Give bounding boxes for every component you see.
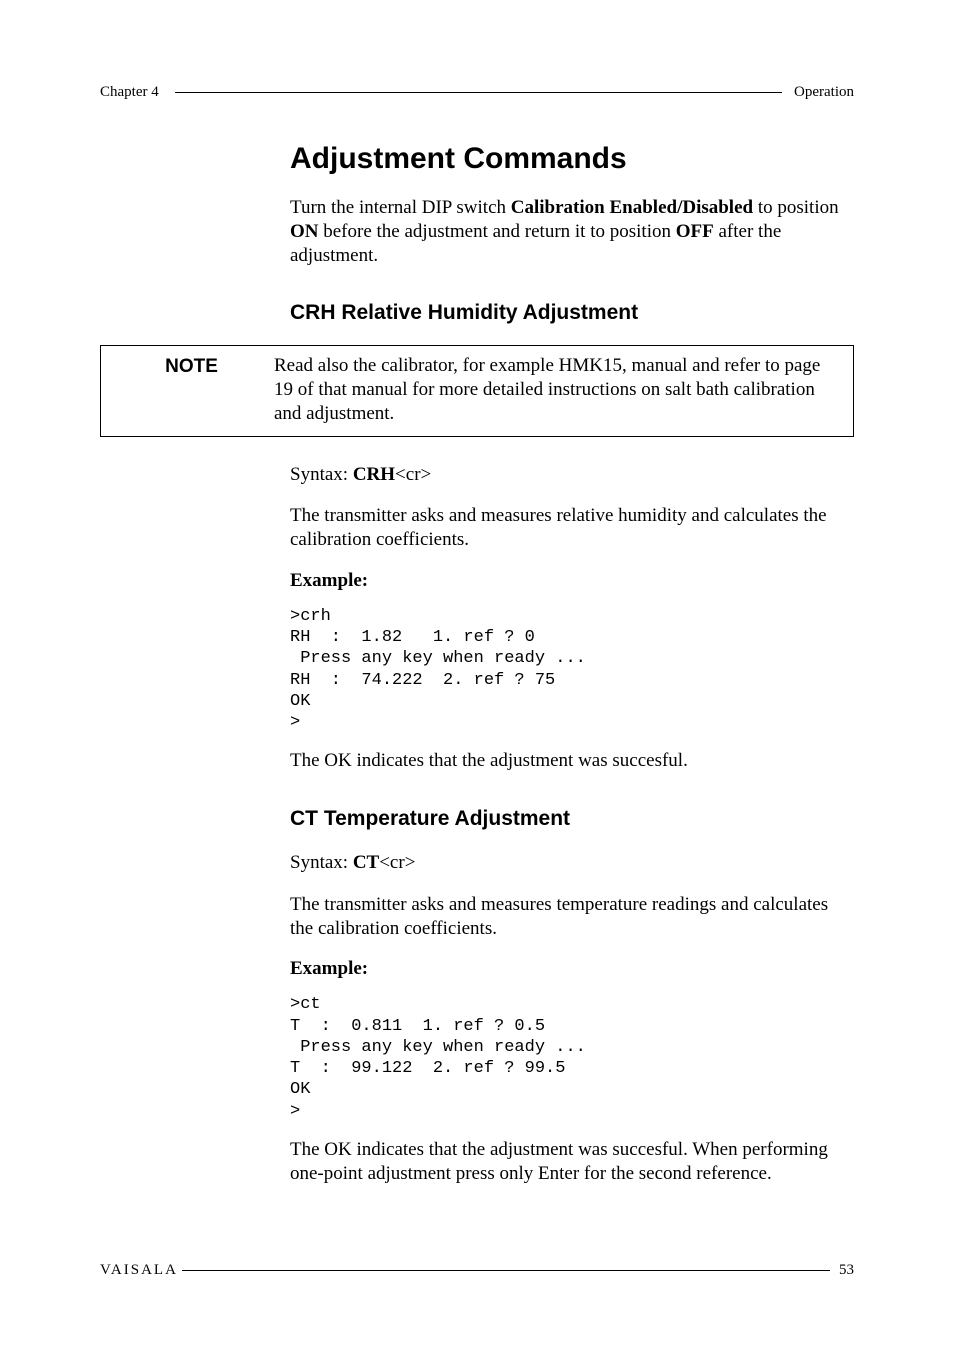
footer-page-number: 53 bbox=[839, 1262, 854, 1279]
content-column: Adjustment Commands Turn the internal DI… bbox=[290, 142, 854, 325]
text: Turn the internal DIP switch bbox=[290, 197, 511, 218]
ct-syntax: Syntax: CT<cr> bbox=[290, 851, 854, 875]
footer-left: VAISALA bbox=[100, 1262, 178, 1279]
text: to position bbox=[753, 197, 839, 218]
header-left: Chapter 4 bbox=[100, 84, 159, 101]
crh-heading: CRH Relative Humidity Adjustment bbox=[290, 301, 854, 325]
text: before the adjustment and return it to p… bbox=[319, 221, 676, 242]
content-column: Syntax: CRH<cr> The transmitter asks and… bbox=[290, 463, 854, 1186]
footer-rule bbox=[182, 1270, 830, 1271]
crh-after: The OK indicates that the adjustment was… bbox=[290, 749, 854, 773]
crh-description: The transmitter asks and measures relati… bbox=[290, 504, 854, 552]
ct-after: The OK indicates that the adjustment was… bbox=[290, 1138, 854, 1186]
text-bold: OFF bbox=[676, 221, 714, 242]
text-bold: ON bbox=[290, 221, 319, 242]
page: Chapter 4 Operation Adjustment Commands … bbox=[0, 0, 954, 1350]
header-right: Operation bbox=[794, 84, 854, 101]
intro-paragraph: Turn the internal DIP switch Calibration… bbox=[290, 196, 854, 267]
running-footer: VAISALA 53 bbox=[100, 1262, 854, 1280]
note-label: NOTE bbox=[109, 354, 274, 378]
syntax-command: CRH bbox=[353, 464, 395, 485]
note-box: NOTE Read also the calibrator, for examp… bbox=[100, 345, 854, 436]
crh-example-label: Example: bbox=[290, 570, 854, 592]
syntax-label: Syntax: bbox=[290, 852, 353, 873]
ct-heading: CT Temperature Adjustment bbox=[290, 807, 854, 831]
syntax-label: Syntax: bbox=[290, 464, 353, 485]
ct-example-label: Example: bbox=[290, 958, 854, 980]
section-title: Adjustment Commands bbox=[290, 142, 854, 176]
syntax-command: CT bbox=[353, 852, 379, 873]
syntax-tail: <cr> bbox=[379, 852, 415, 873]
ct-code-block: >ct T : 0.811 1. ref ? 0.5 Press any key… bbox=[290, 994, 854, 1122]
crh-code-block: >crh RH : 1.82 1. ref ? 0 Press any key … bbox=[290, 606, 854, 734]
crh-syntax: Syntax: CRH<cr> bbox=[290, 463, 854, 487]
syntax-tail: <cr> bbox=[395, 464, 431, 485]
header-rule bbox=[175, 92, 782, 93]
note-text: Read also the calibrator, for example HM… bbox=[274, 354, 839, 425]
text-bold: Calibration Enabled/Disabled bbox=[511, 197, 753, 218]
running-header: Chapter 4 Operation bbox=[100, 84, 854, 102]
ct-description: The transmitter asks and measures temper… bbox=[290, 893, 854, 941]
